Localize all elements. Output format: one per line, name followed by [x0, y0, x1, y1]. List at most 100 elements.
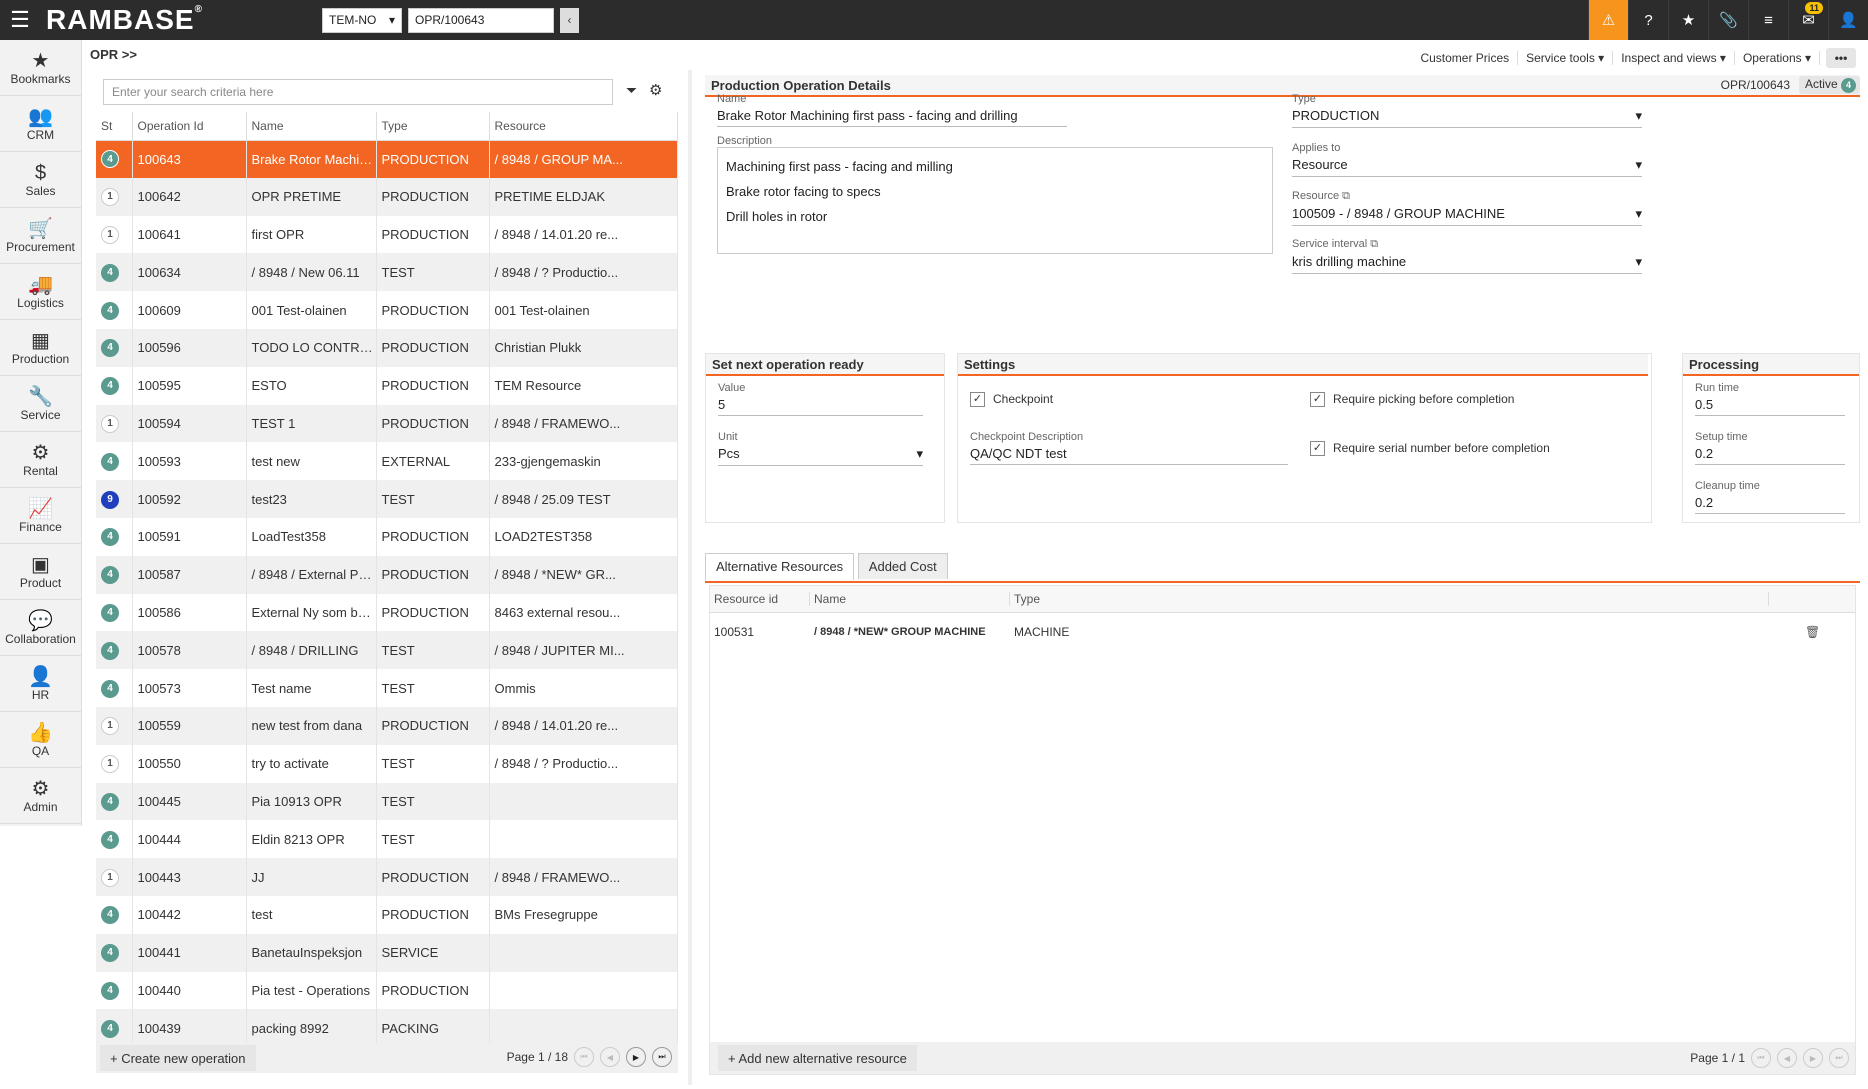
sidebar-item-service[interactable]: 🔧 Service — [0, 376, 81, 432]
column-header[interactable]: Type — [376, 112, 490, 141]
column-header[interactable]: Resource — [489, 112, 678, 141]
table-row[interactable]: 4 100586 External Ny som ba... PRODUCTION 84… — [96, 593, 678, 632]
column-resource-id[interactable]: Resource id — [710, 592, 810, 606]
next-page-icon[interactable]: ▶ — [626, 1047, 646, 1067]
table-row[interactable]: 4 100591 LoadTest358 PRODUCTION LOAD2TEST358 — [96, 517, 678, 556]
table-row[interactable]: 1 100559 new test from dana PRODUCTION/ 894… — [96, 706, 678, 745]
service-tools-menu[interactable]: Service tools ▾ — [1518, 51, 1614, 65]
value-field[interactable]: 5 — [718, 394, 923, 416]
operations-menu[interactable]: Operations ▾ — [1735, 51, 1820, 65]
description-textarea[interactable]: Machining first pass - facing and millin… — [717, 147, 1273, 254]
column-header[interactable]: St — [96, 112, 133, 141]
service-interval-select[interactable]: kris drilling machine ▾ — [1292, 251, 1642, 274]
table-row[interactable]: 4 100440 Pia test - Operations PRODUCTION — [96, 971, 678, 1010]
table-row[interactable]: 4 100593 test new EXTERNAL 233-gjengemaskin — [96, 442, 678, 481]
warning-icon[interactable]: ⚠ — [1588, 0, 1628, 40]
first-page-icon[interactable]: ⏮ — [574, 1047, 594, 1067]
checkbox-checked-icon[interactable]: ✓ — [1310, 441, 1325, 457]
mail-icon[interactable]: ✉ 11 — [1788, 0, 1828, 40]
table-row[interactable]: 1 100443 JJ PRODUCTION/ 8948 / FRAMEWO... — [96, 858, 678, 896]
table-row[interactable]: 4 100573 Test name TEST Ommis — [96, 669, 678, 707]
sidebar-item-production[interactable]: ▦ Production — [0, 320, 81, 376]
unit-select[interactable]: Pcs ▾ — [718, 443, 923, 466]
create-operation-button[interactable]: + Create new operation — [100, 1045, 256, 1071]
last-page-icon[interactable]: ⏭ — [652, 1047, 672, 1067]
alt-resource-name[interactable]: / 8948 / *NEW* GROUP MACHINE — [810, 626, 1010, 638]
tab-alternative-resources[interactable]: Alternative Resources — [705, 553, 855, 581]
list-icon[interactable]: ≡ — [1748, 0, 1788, 40]
table-row[interactable]: 4 100609 001 Test-olainen PRODUCTION 001 Tes… — [96, 291, 678, 329]
filter-icon[interactable]: ⏷ — [626, 82, 637, 99]
table-row[interactable]: 4 100595 ESTO PRODUCTION TEM Resource — [96, 366, 678, 405]
user-icon[interactable]: 👤 — [1828, 0, 1868, 40]
table-row[interactable]: 4 100439 packing 8992 PACKING — [96, 1009, 678, 1048]
sidebar-item-collaboration[interactable]: 💬 Collaboration — [0, 600, 81, 656]
column-header[interactable]: Operation Id — [132, 112, 247, 141]
sidebar-item-product[interactable]: ▣ Product — [0, 544, 81, 600]
cleanup-time-field[interactable]: 0.2 — [1695, 492, 1845, 514]
checkbox-checked-icon[interactable]: ✓ — [1310, 392, 1325, 408]
run-time-field[interactable]: 0.5 — [1695, 394, 1845, 416]
sidebar-item-crm[interactable]: 👥 CRM — [0, 96, 81, 152]
table-row[interactable]: 1 100642 OPR PRETIME PRODUCTION PRETIME ELDJ… — [96, 177, 678, 216]
table-row[interactable]: 4 100442 test PRODUCTION BMs Fresegruppe — [96, 895, 678, 934]
sidebar-item-finance[interactable]: 📈 Finance — [0, 488, 81, 544]
help-icon[interactable]: ? — [1628, 0, 1668, 40]
sidebar-item-admin[interactable]: ⚙ Admin — [0, 768, 81, 824]
first-page-icon[interactable]: ⏮ — [1751, 1048, 1771, 1068]
column-header[interactable]: Name — [246, 112, 377, 141]
resource-select[interactable]: 100509 - / 8948 / GROUP MACHINE ▾ — [1292, 203, 1642, 226]
tab-added-cost[interactable]: Added Cost — [857, 553, 948, 579]
sidebar-item-qa[interactable]: 👍 QA — [0, 712, 81, 768]
table-row[interactable]: 1 100550 try to activate TEST/ 8948 / ? Pro… — [96, 744, 678, 783]
table-row[interactable]: 4 100578/ 8948 / DRILLING TEST/ 8948 / JUP… — [96, 631, 678, 670]
next-page-icon[interactable]: ▶ — [1803, 1048, 1823, 1068]
inspect-views-menu[interactable]: Inspect and views ▾ — [1613, 51, 1735, 65]
hamburger-menu-icon[interactable]: ☰ — [0, 0, 40, 40]
more-button[interactable]: ••• — [1826, 48, 1856, 68]
table-row[interactable]: 4 100444 Eldin 8213 OPR TEST — [96, 820, 678, 859]
search-input[interactable]: Enter your search criteria here — [103, 79, 613, 105]
last-page-icon[interactable]: ⏭ — [1829, 1048, 1849, 1068]
table-row[interactable]: 4 100441 BanetauInspeksjon SERVICE — [96, 933, 678, 972]
external-link-icon[interactable]: ⧉ — [1370, 238, 1378, 250]
sidebar-item-logistics[interactable]: 🚚 Logistics — [0, 264, 81, 320]
panel-splitter[interactable] — [688, 70, 692, 1085]
table-row[interactable]: 1 100594 TEST 1 PRODUCTION/ 8948 / FRAMEWO.… — [96, 404, 678, 443]
sidebar-item-rental[interactable]: ⚙ Rental — [0, 432, 81, 488]
paperclip-icon[interactable]: 📎 — [1708, 0, 1748, 40]
table-row[interactable]: 4 100643 Brake Rotor Machin... PRODUCTION / … — [96, 140, 678, 178]
breadcrumb[interactable]: OPR >> — [90, 47, 137, 62]
settings-gear-icon[interactable]: ⚙ — [649, 81, 662, 99]
customer-prices-link[interactable]: Customer Prices — [1412, 51, 1519, 65]
table-row[interactable]: 4 100445 Pia 10913 OPR TEST — [96, 782, 678, 821]
table-row[interactable]: 4 100596 TODO LO CONTRA... PRODUCTION Christ… — [96, 328, 678, 367]
back-button[interactable]: ‹ — [560, 7, 579, 33]
checkbox-checked-icon[interactable]: ✓ — [970, 392, 985, 408]
table-row[interactable]: 100531 / 8948 / *NEW* GROUP MACHINE MACH… — [710, 613, 1855, 651]
applies-to-select[interactable]: Resource ▾ — [1292, 154, 1642, 177]
column-name[interactable]: Name — [810, 592, 1010, 606]
add-alternative-resource-button[interactable]: + Add new alternative resource — [718, 1045, 917, 1071]
trash-icon[interactable]: 🗑 — [1769, 625, 1820, 639]
checkpoint-checkbox[interactable]: ✓ Checkpoint — [970, 392, 1053, 408]
prev-page-icon[interactable]: ◀ — [1777, 1048, 1797, 1068]
table-row[interactable]: 1 100641 first OPR PRODUCTION/ 8948 / 14.01… — [96, 215, 678, 254]
require-picking-checkbox[interactable]: ✓ Require picking before completion — [1310, 392, 1514, 408]
type-select[interactable]: PRODUCTION ▾ — [1292, 105, 1642, 128]
setup-time-field[interactable]: 0.2 — [1695, 443, 1845, 465]
document-input[interactable]: OPR/100643 — [408, 7, 554, 33]
sidebar-item-sales[interactable]: $ Sales — [0, 152, 81, 208]
sidebar-item-hr[interactable]: 👤 HR — [0, 656, 81, 712]
name-field[interactable]: Brake Rotor Machining first pass - facin… — [717, 105, 1067, 127]
prev-page-icon[interactable]: ◀ — [600, 1047, 620, 1067]
require-serial-checkbox[interactable]: ✓ Require serial number before completion — [1310, 441, 1550, 457]
table-row[interactable]: 9 100592 test23 TEST/ 8948 / 25.09 TEST — [96, 480, 678, 518]
checkpoint-description-field[interactable]: QA/QC NDT test — [970, 443, 1288, 465]
table-row[interactable]: 4 100587/ 8948 / External Pa... PRODUCTION… — [96, 555, 678, 594]
table-row[interactable]: 4 100634/ 8948 / New 06.11 TEST/ 8948 / ? … — [96, 253, 678, 292]
sidebar-item-procurement[interactable]: 🛒 Procurement — [0, 208, 81, 264]
column-type[interactable]: Type — [1010, 592, 1769, 606]
external-link-icon[interactable]: ⧉ — [1342, 190, 1350, 202]
sidebar-item-bookmarks[interactable]: ★ Bookmarks — [0, 40, 81, 96]
